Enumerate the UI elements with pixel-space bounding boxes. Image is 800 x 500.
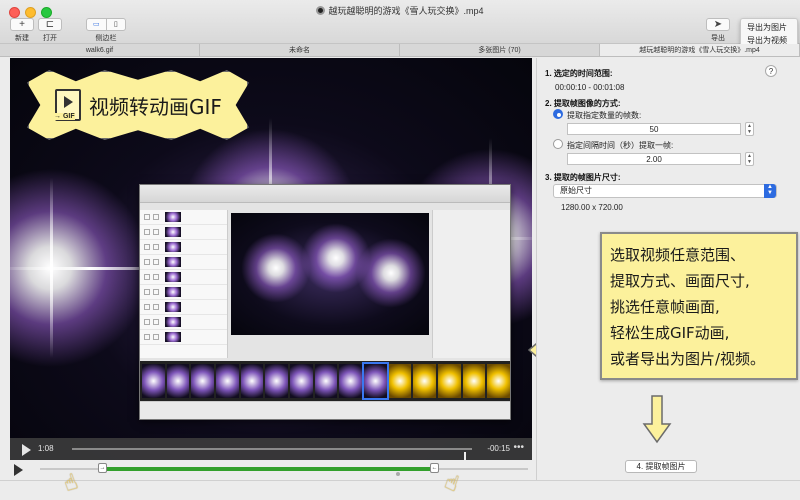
sidebar-toggle-button[interactable]: ▭ ▯ 侧边栏 [86, 18, 126, 43]
help-button[interactable]: ? [765, 65, 777, 77]
section-extract-method-title: 2. 提取帧图像的方式: [545, 99, 621, 108]
embedded-settings-panel [432, 210, 510, 358]
radio-interval-label: 指定间隔时间（秒）提取一帧: [567, 141, 674, 150]
embedded-frame-preview [231, 213, 429, 335]
radio-frame-count-label: 提取指定数量的帧数: [567, 111, 642, 120]
note-line: 挑选任意帧画面, [610, 298, 720, 316]
range-start-handle[interactable]: → [98, 463, 107, 473]
section-time-range-title: 1. 选定的时间范围: [545, 69, 613, 78]
current-time: 1:08 [38, 444, 54, 453]
frame-size-select[interactable]: 原始尺寸 ▲ ▼ [553, 184, 777, 198]
left-sidebar-icon: ▭ [87, 19, 107, 30]
more-options-icon[interactable]: ••• [513, 442, 524, 453]
note-line: 选取视频任意范围、 [610, 246, 746, 264]
arrow-down-icon [642, 395, 672, 444]
interval-stepper[interactable]: ▲ ▼ [745, 152, 754, 166]
radio-interval[interactable] [553, 139, 563, 149]
note-line: 或者导出为图片/视频。 [610, 350, 766, 368]
plus-icon: + [10, 18, 34, 31]
video-player-controls: 1:08 -00:15 ••• [10, 438, 532, 465]
play-range-icon[interactable] [14, 464, 23, 476]
time-range-value: 00:00:10 - 00:01:08 [555, 83, 625, 92]
video-scrubber[interactable] [72, 448, 472, 465]
video-to-gif-icon: → GIF [54, 89, 81, 121]
embedded-app-screenshot [139, 184, 511, 420]
document-icon [316, 6, 326, 15]
selected-range [104, 467, 436, 471]
frame-size-value: 1280.00 x 720.00 [561, 203, 623, 212]
open-button[interactable]: ⊏ 打开 [38, 18, 62, 43]
app-window: 越玩越聪明的游戏《雪人玩交换》.mp4 + 新建 ⊏ 打开 ▭ ▯ 侧边栏 ➤ 导… [0, 0, 800, 500]
note-line: 轻松生成GIF动画, [610, 324, 730, 342]
range-end-handle[interactable]: ← [430, 463, 439, 473]
radio-frame-count[interactable] [553, 109, 563, 119]
frame-count-stepper[interactable]: ▲ ▼ [745, 122, 754, 136]
callout-text: 视频转动画GIF [89, 94, 222, 119]
export-as-images-item[interactable]: 导出为图片 [741, 21, 797, 34]
folder-icon: ⊏ [38, 18, 62, 31]
remaining-time: -00:15 [487, 444, 510, 453]
export-button[interactable]: ➤ 导出 [706, 18, 730, 43]
chevron-updown-icon: ▲ ▼ [764, 184, 776, 198]
send-icon: ➤ [706, 18, 730, 31]
tab-untitled[interactable]: 未命名 [200, 44, 400, 56]
frame-list-thumbnail [140, 210, 228, 358]
frame-count-input[interactable]: 50 [567, 123, 741, 135]
embedded-frame-strip [140, 361, 510, 401]
new-button[interactable]: + 新建 [10, 18, 34, 43]
toolbar: 越玩越聪明的游戏《雪人玩交换》.mp4 + 新建 ⊏ 打开 ▭ ▯ 侧边栏 ➤ 导… [0, 0, 800, 44]
note-line: 提取方式、画面尺寸, [610, 272, 750, 290]
section-frame-size-title: 3. 提取的帧图片尺寸: [545, 173, 621, 182]
interval-input[interactable]: 2.00 [567, 153, 741, 165]
status-bar [0, 480, 800, 500]
extract-frames-button[interactable]: 4. 提取帧图片 [625, 460, 697, 473]
play-icon[interactable] [22, 444, 31, 456]
tab-multiple-images[interactable]: 多张图片 (70) [400, 44, 600, 56]
right-sidebar-icon: ▯ [113, 21, 118, 28]
tab-video[interactable]: 越玩越聪明的游戏《雪人玩交换》.mp4 [600, 44, 800, 56]
tab-bar: walk6.gif 未命名 多张图片 (70) 越玩越聪明的游戏《雪人玩交换》.… [0, 44, 800, 57]
window-title: 越玩越聪明的游戏《雪人玩交换》.mp4 [0, 4, 800, 17]
tab-walk6[interactable]: walk6.gif [0, 44, 200, 56]
feature-note: 选取视频任意范围、 提取方式、画面尺寸, 挑选任意帧画面, 轻松生成GIF动画,… [600, 232, 798, 380]
